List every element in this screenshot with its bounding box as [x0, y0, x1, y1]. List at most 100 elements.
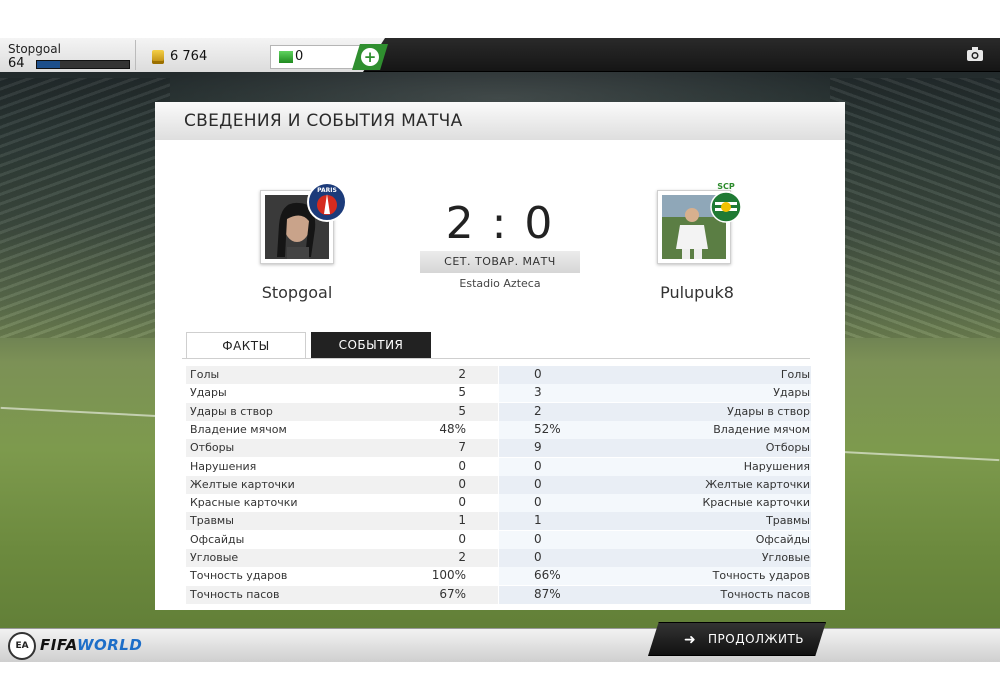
stat-value-away: 2: [534, 403, 542, 418]
stat-label-home: Удары: [190, 386, 227, 400]
stats-row: Нарушения 0 0 Нарушения: [186, 457, 811, 476]
stats-row-away-bg: [499, 384, 811, 403]
stat-value-home: 67%: [439, 586, 466, 601]
stat-value-away: 0: [534, 367, 542, 381]
away-team-name: Pulupuk8: [660, 283, 734, 302]
stat-value-home: 0: [458, 476, 466, 491]
stats-row: Травмы 1 1 Травмы: [186, 512, 811, 531]
stat-value-away: 3: [534, 385, 542, 400]
stats-row-away-bg: [499, 512, 811, 531]
stat-label-home: Офсайды: [190, 532, 245, 546]
stat-label-away: Нарушения: [743, 459, 810, 473]
stats-row: Владение мячом 48% 52% Владение мячом: [186, 420, 811, 439]
stats-row: Удары в створ 5 2 Удары в створ: [186, 402, 811, 421]
stat-label-away: Желтые карточки: [705, 477, 810, 491]
stat-value-home: 0: [458, 531, 466, 546]
panel-header: СВЕДЕНИЯ И СОБЫТИЯ МАТЧА: [155, 102, 845, 140]
stat-value-home: 5: [458, 385, 466, 400]
home-team-name: Stopgoal: [261, 283, 333, 302]
stands-left: [0, 78, 170, 338]
stat-value-home: 0: [458, 458, 466, 473]
match-stats-table: Голы 2 0 Голы Удары 5 3 Удары Удары в створ 5 2 Уда…: [186, 366, 811, 604]
logo-world: WORLD: [76, 636, 143, 654]
stats-row: Голы 2 0 Голы: [186, 366, 811, 384]
stat-label-away: Точность ударов: [712, 569, 810, 583]
stat-label-away: Красные карточки: [702, 496, 810, 510]
stat-label-away: Удары в створ: [727, 404, 810, 418]
stat-value-away: 1: [534, 513, 542, 528]
top-bar-divider: [135, 40, 136, 70]
match-type: СЕТ. ТОВАР. МАТЧ: [444, 255, 556, 268]
psg-badge-icon: PARIS: [307, 182, 347, 222]
stat-value-away: 0: [534, 495, 542, 510]
continue-button-label[interactable]: ПРОДОЛЖИТЬ: [708, 632, 804, 646]
stats-row: Отборы 7 9 Отборы: [186, 439, 811, 458]
stat-value-away: 87%: [534, 586, 561, 601]
stat-label-home: Голы: [190, 368, 220, 381]
psg-badge-text: PARIS: [317, 187, 337, 194]
stats-row: Желтые карточки 0 0 Желтые карточки: [186, 475, 811, 494]
stat-value-home: 2: [458, 367, 466, 381]
bottom-bar: [0, 628, 1000, 662]
stat-value-away: 9: [534, 440, 542, 455]
stat-label-away: Отборы: [765, 441, 810, 455]
match-score: 2 : 0: [445, 198, 555, 249]
stat-value-home: 2: [458, 550, 466, 564]
tab-events[interactable]: СОБЫТИЯ: [311, 332, 431, 359]
stats-row-away-bg: [499, 439, 811, 458]
stat-value-away: 66%: [534, 568, 561, 583]
xp-progress-bar: [36, 60, 130, 69]
sporting-badge-text: SCP: [717, 182, 735, 191]
stat-value-home: 7: [458, 440, 466, 455]
tab-facts[interactable]: ФАКТЫ: [186, 332, 306, 359]
stat-label-home: Травмы: [190, 514, 234, 528]
stats-row-away-bg: [499, 366, 811, 384]
stat-label-away: Владение мячом: [713, 422, 810, 436]
stat-value-home: 100%: [431, 568, 466, 583]
stat-value-away: 0: [534, 531, 542, 546]
sporting-badge-icon: SCP: [710, 182, 742, 223]
stat-value-home: 48%: [439, 421, 466, 436]
points-value: 0: [295, 49, 304, 64]
stat-label-away: Офсайды: [755, 532, 810, 546]
stat-label-home: Владение мячом: [190, 422, 287, 436]
stat-label-home: Точность пасов: [190, 587, 280, 601]
stat-label-home: Отборы: [190, 441, 235, 455]
logo-fifa: FIFA: [40, 636, 77, 654]
points-icon: [279, 51, 293, 63]
stands-right: [830, 78, 1000, 338]
stat-value-home: 0: [458, 495, 466, 510]
stats-row: Точность пасов 67% 87% Точность пасов: [186, 585, 811, 604]
stat-label-home: Точность ударов: [190, 569, 288, 583]
stat-value-home: 1: [458, 513, 466, 528]
coins-icon: [152, 50, 164, 64]
points-display: 0: [270, 45, 362, 69]
stat-label-away: Угловые: [761, 551, 810, 564]
fifa-world-logo: FIFAWORLD: [40, 636, 142, 654]
stat-value-away: 0: [534, 476, 542, 491]
camera-icon[interactable]: [966, 46, 984, 62]
plus-icon[interactable]: +: [361, 48, 379, 66]
top-bar: [0, 38, 1000, 72]
stats-row: Точность ударов 100% 66% Точность ударов: [186, 567, 811, 586]
page-title: СВЕДЕНИЯ И СОБЫТИЯ МАТЧА: [184, 111, 463, 131]
stat-label-home: Угловые: [190, 551, 239, 564]
player-level: 64: [8, 56, 25, 71]
stats-row: Офсайды 0 0 Офсайды: [186, 530, 811, 549]
stat-value-away: 0: [534, 458, 542, 473]
ea-sports-logo: EA: [8, 632, 36, 660]
coins-value: 6 764: [170, 49, 208, 64]
stats-row: Угловые 2 0 Угловые: [186, 549, 811, 567]
stat-label-away: Голы: [780, 368, 810, 381]
stat-value-away: 52%: [534, 421, 561, 436]
player-name: Stopgoal: [8, 42, 61, 56]
stat-label-home: Удары в створ: [190, 404, 273, 418]
stats-row: Удары 5 3 Удары: [186, 384, 811, 403]
player-info[interactable]: Stopgoal 64: [8, 42, 133, 72]
stat-label-home: Желтые карточки: [190, 477, 295, 491]
tab-divider: [182, 358, 810, 359]
arrow-right-icon[interactable]: ➜: [684, 632, 696, 648]
stat-label-home: Нарушения: [190, 459, 257, 473]
stat-label-away: Точность пасов: [720, 587, 811, 601]
stadium-name: Estadio Azteca: [459, 277, 541, 290]
